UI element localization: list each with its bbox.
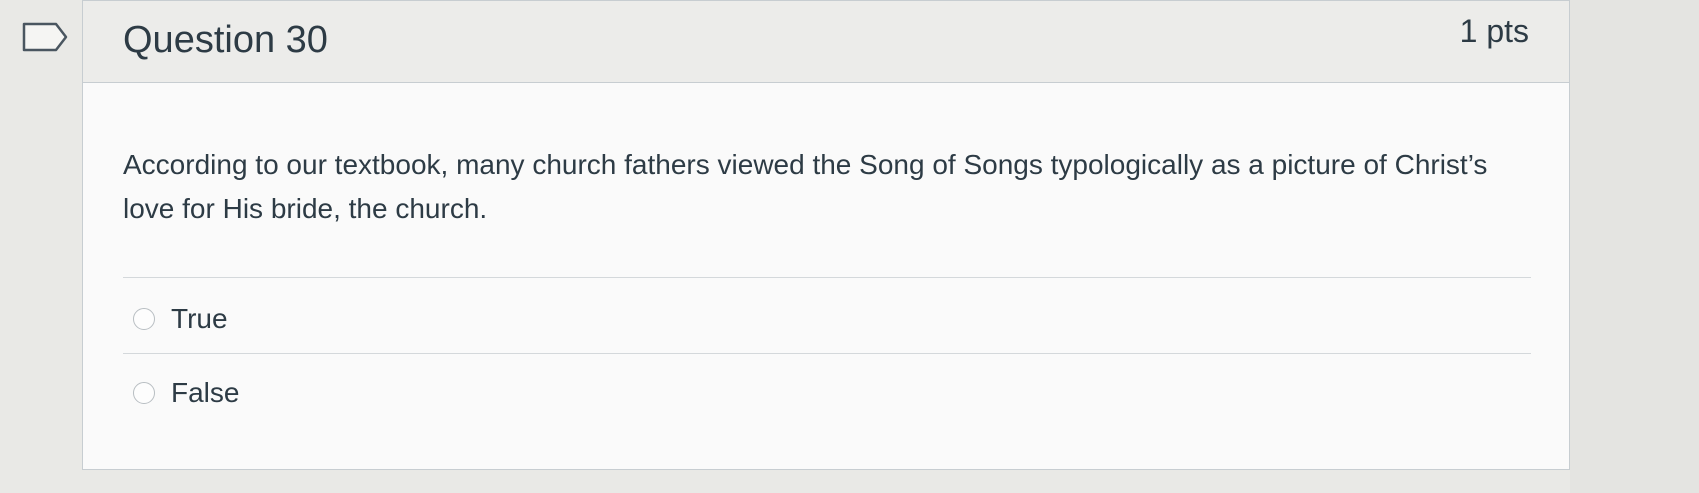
quiz-page: Question 30 1 pts According to our textb…: [0, 0, 1699, 493]
question-header: Question 30 1 pts: [83, 1, 1569, 83]
question-text: According to our textbook, many church f…: [123, 149, 1488, 224]
answer-divider: [123, 353, 1531, 354]
radio-button-false[interactable]: [133, 382, 155, 404]
question-title: Question 30: [123, 19, 328, 61]
answer-option-false[interactable]: False: [133, 373, 239, 413]
page-background-strip: [1570, 0, 1699, 493]
answer-label-true: True: [171, 303, 228, 334]
answer-divider: [123, 277, 1531, 278]
answer-option-true[interactable]: True: [133, 299, 228, 339]
question-points: 1 pts: [1459, 13, 1529, 49]
question-card: Question 30 1 pts According to our textb…: [82, 0, 1570, 470]
radio-button-true[interactable]: [133, 308, 155, 330]
flag-question-icon[interactable]: [22, 22, 70, 52]
answer-label-false: False: [171, 377, 240, 408]
